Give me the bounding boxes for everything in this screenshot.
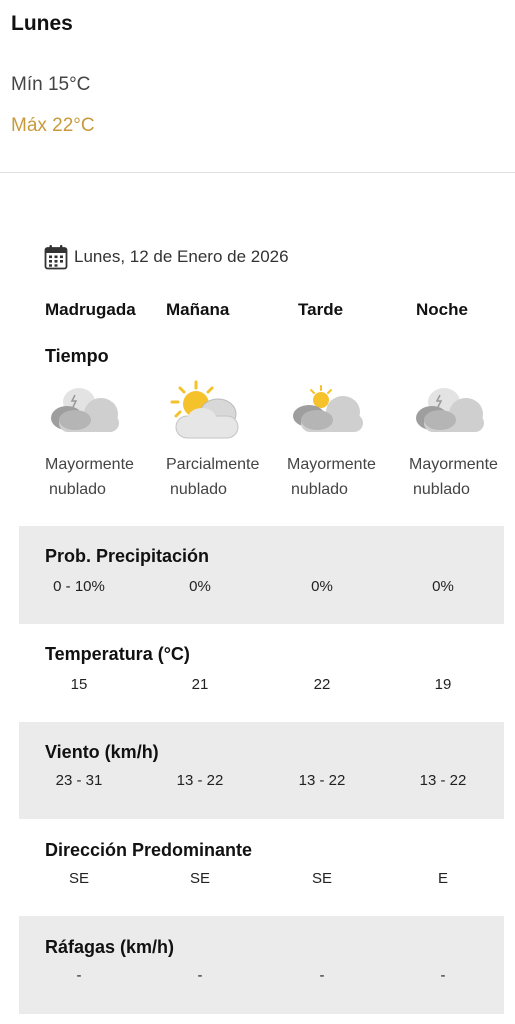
condition-line: nublado	[291, 481, 348, 498]
row-title: Ráfagas (km/h)	[45, 937, 175, 957]
min-temperature: Mín 15°C	[11, 74, 91, 95]
condition-line: nublado	[49, 481, 106, 498]
row-title: Temperatura (°C)	[45, 644, 190, 664]
mostly-cloudy-sun-icon	[293, 385, 363, 432]
period-header: Madrugada Mañana Tarde Noche	[0, 300, 515, 328]
row-value: -	[76, 967, 82, 984]
row-value: 13 - 22	[298, 772, 346, 789]
row-value: SE	[311, 870, 332, 887]
row-value: 13 - 22	[176, 772, 224, 789]
row-value: 0 - 10%	[53, 578, 105, 595]
row-value: 0%	[189, 578, 211, 595]
row-wind: Viento (km/h) 23 - 31 13 - 22 13 - 22 13…	[19, 722, 504, 819]
condition-noche: Mayormente nublado	[409, 452, 515, 502]
condition-line: nublado	[170, 481, 227, 498]
condition-line: Mayormente	[287, 456, 376, 473]
row-value: SE	[68, 870, 89, 887]
row-value: SE	[189, 870, 210, 887]
row-value: 15	[70, 676, 88, 693]
row-value: 0%	[432, 578, 454, 595]
forecast-date-text: Lunes, 12 de Enero de 2026	[74, 247, 289, 266]
cloudy-night-icon	[416, 388, 484, 432]
row-value: 22	[313, 676, 331, 693]
row-value: 21	[191, 676, 209, 693]
row-value: -	[440, 967, 446, 984]
day-summary: Lunes Mín 15°C Máx 22°C	[0, 0, 515, 173]
condition-line: Mayormente	[409, 456, 498, 473]
condition-line: Mayormente	[45, 456, 134, 473]
row-value: 23 - 31	[55, 772, 103, 789]
row-value: -	[319, 967, 325, 984]
condition-line: nublado	[413, 481, 470, 498]
row-value: 0%	[311, 578, 333, 595]
row-title: Dirección Predominante	[45, 840, 253, 860]
period-noche: Noche	[416, 300, 468, 319]
row-value: 19	[434, 676, 452, 693]
condition-tarde: Mayormente nublado	[287, 452, 397, 502]
tiempo-label: Tiempo	[45, 346, 109, 366]
row-value: -	[197, 967, 203, 984]
forecast-date: Lunes, 12 de Enero de 2026	[44, 243, 289, 271]
period-madrugada: Madrugada	[45, 300, 136, 319]
row-direction: Dirección Predominante SE SE SE E	[19, 819, 504, 916]
row-gusts: Ráfagas (km/h) - - - -	[19, 916, 504, 1014]
day-title: Lunes	[11, 12, 73, 35]
row-title: Viento (km/h)	[45, 742, 159, 762]
condition-manana: Parcialmente nublado	[166, 452, 276, 502]
row-value: 13 - 22	[419, 772, 467, 789]
cloudy-night-icon	[51, 388, 119, 432]
condition-line: Parcialmente	[166, 456, 260, 473]
partly-sunny-icon	[170, 380, 239, 439]
row-title: Prob. Precipitación	[45, 546, 210, 566]
period-manana: Mañana	[166, 300, 230, 319]
condition-madrugada: Mayormente nublado	[45, 452, 155, 502]
calendar-icon	[44, 245, 68, 270]
row-precipitation: Prob. Precipitación 0 - 10% 0% 0% 0%	[19, 526, 504, 624]
max-temperature: Máx 22°C	[11, 115, 95, 136]
period-tarde: Tarde	[298, 300, 344, 319]
row-value: E	[437, 870, 448, 887]
row-temperature: Temperatura (°C) 15 21 22 19	[19, 624, 504, 722]
